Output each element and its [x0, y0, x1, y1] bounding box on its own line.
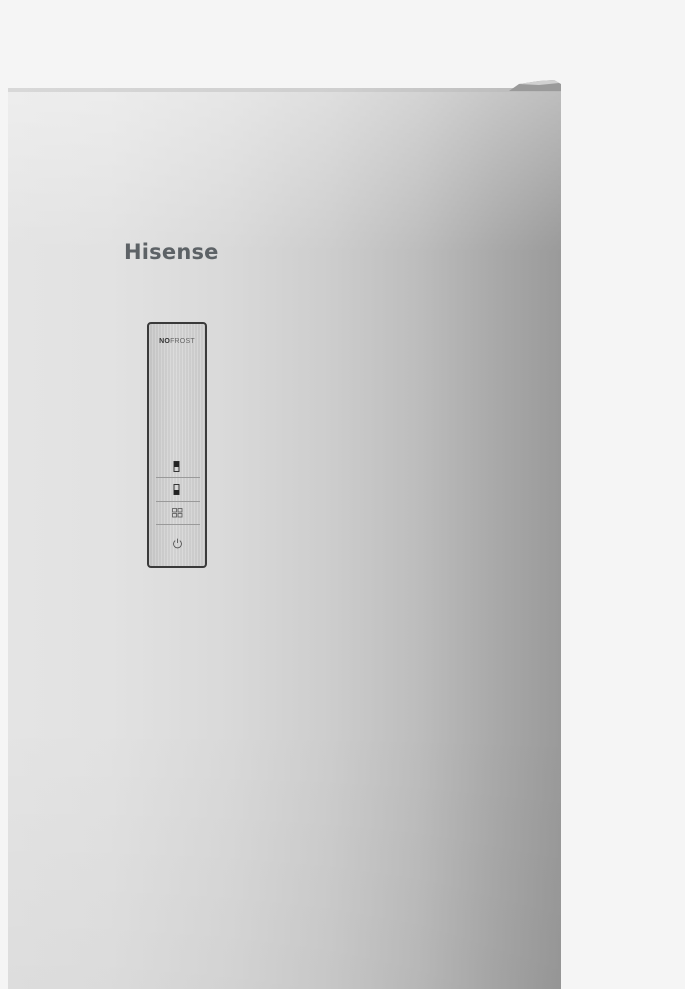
freezer-button[interactable]	[156, 479, 198, 501]
freezer-compartment-icon	[173, 484, 180, 495]
panel-divider	[156, 477, 200, 478]
refrigerator-door	[8, 91, 561, 989]
product-photo: Hisense NOFROST	[0, 0, 685, 989]
brand-logo: Hisense	[124, 240, 219, 264]
power-icon	[172, 538, 182, 548]
door-top-edge	[8, 88, 561, 92]
power-button[interactable]	[156, 532, 198, 554]
no-frost-badge-rest: FROST	[170, 338, 195, 345]
control-panel: NOFROST	[147, 322, 207, 568]
mode-grid-icon	[171, 508, 182, 518]
no-frost-badge-bold: NO	[159, 338, 171, 345]
panel-divider	[156, 524, 200, 525]
fridge-compartment-icon	[173, 461, 180, 472]
mode-button[interactable]	[156, 502, 198, 524]
hinge-cap	[509, 80, 561, 91]
fridge-button[interactable]	[156, 456, 198, 478]
no-frost-badge: NOFROST	[149, 338, 205, 345]
